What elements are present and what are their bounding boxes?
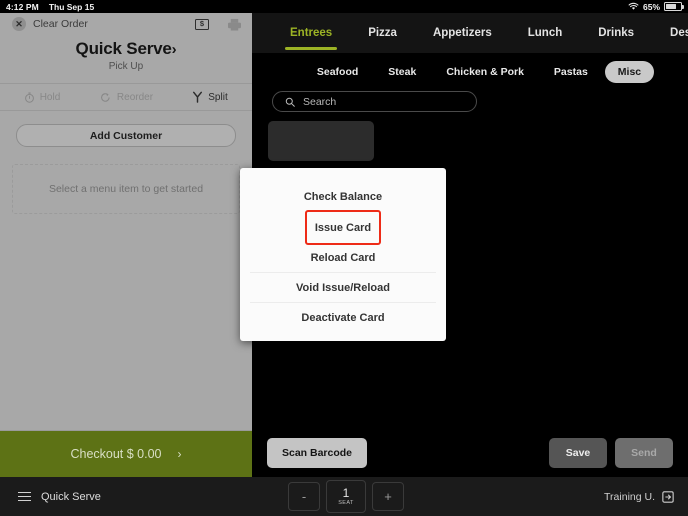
clear-order-label: Clear Order (33, 18, 88, 30)
split-label: Split (208, 91, 228, 103)
user-label: Training U. (604, 490, 655, 503)
tab-label: Entrees (290, 27, 333, 39)
user-logout-button[interactable]: Training U. (604, 491, 674, 503)
menu-action-bar: Scan Barcode Save Send (252, 429, 688, 477)
send-button[interactable]: Send (615, 438, 673, 468)
tab-label: Lunch (527, 27, 563, 39)
subtab-label: Pastas (553, 66, 588, 78)
modal-item-label: Check Balance (303, 191, 383, 203)
tab-label: Drinks (598, 27, 635, 39)
status-right-group: 65% (628, 1, 684, 12)
hold-button[interactable]: Hold (0, 92, 84, 103)
order-subtitle: Pick Up (108, 61, 144, 72)
menu-footer-bar: - 1 SEAT + Training U. (252, 477, 688, 516)
subtab-seafood[interactable]: Seafood (304, 61, 371, 83)
subtab-label: Chicken & Pork (446, 66, 524, 78)
save-label: Save (565, 447, 591, 459)
search-placeholder: Search (303, 95, 337, 108)
subcategory-tabs: Seafood Steak Chicken & Pork Pastas Misc (252, 53, 688, 91)
split-icon (193, 91, 203, 103)
scan-barcode-button[interactable]: Scan Barcode (267, 438, 367, 468)
tab-entrees[interactable]: Entrees (272, 13, 350, 53)
modal-item-void-issue-reload[interactable]: Void Issue/Reload (240, 273, 446, 303)
subtab-chicken-and-pork[interactable]: Chicken & Pork (433, 61, 537, 83)
search-container: Search (252, 91, 688, 112)
seat-decrement-label: - (301, 489, 307, 504)
hamburger-menu-icon[interactable] (18, 491, 31, 502)
save-button[interactable]: Save (549, 438, 607, 468)
pos-application: 4:12 PM Thu Sep 15 65% ✕ Clear Order $ Q… (0, 0, 688, 516)
order-panel-toolbar: ✕ Clear Order $ (0, 13, 252, 35)
modal-item-label: Reload Card (310, 252, 376, 264)
close-icon: ✕ (12, 17, 26, 31)
battery-percent: 65% (642, 1, 660, 12)
tab-drinks[interactable]: Drinks (580, 13, 652, 53)
checkout-button[interactable]: Checkout $ 0.00 › (0, 430, 252, 477)
reorder-button[interactable]: Reorder (84, 92, 168, 103)
refresh-icon (101, 92, 110, 102)
page-title[interactable]: Quick Serve› (0, 39, 252, 59)
subtab-pastas[interactable]: Pastas (541, 61, 601, 83)
clear-order-button[interactable]: ✕ Clear Order (12, 17, 88, 31)
status-time: 4:12 PM (6, 1, 39, 12)
order-actions-row: Hold Reorder Split (0, 83, 252, 111)
menu-item-tile[interactable] (268, 121, 374, 161)
modal-item-reload-card[interactable]: Reload Card (240, 243, 446, 273)
scan-barcode-label: Scan Barcode (281, 447, 353, 459)
add-customer-label: Add Customer (89, 129, 163, 142)
modal-item-issue-card[interactable]: Issue Card (305, 210, 381, 245)
status-date: Thu Sep 15 (48, 1, 95, 12)
seat-caption: SEAT (338, 499, 354, 506)
add-customer-button[interactable]: Add Customer (16, 124, 236, 147)
subtab-steak[interactable]: Steak (375, 61, 429, 83)
tab-label: Pizza (368, 27, 397, 39)
seat-number: 1 (342, 486, 350, 501)
order-toolbar-icons: $ (195, 18, 242, 31)
reorder-label: Reorder (116, 91, 154, 103)
send-label: Send (631, 447, 657, 459)
seat-display[interactable]: 1 SEAT (326, 480, 366, 513)
cash-drawer-icon[interactable]: $ (195, 18, 209, 30)
order-empty-label: Select a menu item to get started (48, 183, 204, 195)
subtab-label: Misc (617, 66, 642, 78)
tab-label: Appetizers (432, 27, 492, 39)
exit-icon (662, 490, 674, 503)
tab-pizza[interactable]: Pizza (350, 13, 415, 53)
battery-icon (664, 2, 684, 11)
tab-appetizers[interactable]: Appetizers (415, 13, 510, 53)
order-footer-bar: Quick Serve (0, 477, 270, 516)
os-status-bar: 4:12 PM Thu Sep 15 65% (0, 0, 688, 13)
tab-desserts[interactable]: Desserts (652, 13, 688, 53)
gift-card-actions-modal: Check Balance Issue Card Reload Card Voi… (240, 168, 446, 341)
printer-icon[interactable] (227, 18, 242, 31)
search-input[interactable]: Search (272, 91, 477, 112)
tab-lunch[interactable]: Lunch (510, 13, 581, 53)
split-button[interactable]: Split (168, 91, 252, 103)
order-empty-state: Select a menu item to get started (12, 164, 240, 214)
seat-increment-label: + (384, 489, 392, 504)
order-panel: ✕ Clear Order $ Quick Serve› Pick Up Hol… (0, 13, 270, 516)
modal-item-label: Issue Card (314, 221, 372, 234)
order-footer-label: Quick Serve (41, 490, 101, 503)
checkout-label: Checkout $ 0.00 (70, 447, 162, 461)
chevron-right-icon: › (177, 447, 182, 461)
seat-stepper: - 1 SEAT + (288, 480, 404, 513)
seat-increment-button[interactable]: + (372, 482, 404, 511)
seat-decrement-button[interactable]: - (288, 482, 320, 511)
modal-item-check-balance[interactable]: Check Balance (240, 182, 446, 212)
modal-item-label: Void Issue/Reload (296, 282, 390, 294)
stopwatch-icon (24, 91, 34, 103)
subtab-label: Steak (388, 66, 417, 78)
order-title-text: Quick Serve (75, 39, 172, 58)
wifi-icon (628, 2, 639, 11)
modal-item-deactivate-card[interactable]: Deactivate Card (240, 303, 446, 333)
hold-label: Hold (39, 91, 61, 103)
tab-label: Desserts (670, 27, 688, 39)
chevron-right-icon: › (171, 41, 177, 58)
search-icon (285, 97, 295, 107)
subtab-label: Seafood (316, 66, 359, 78)
subtab-misc[interactable]: Misc (604, 61, 655, 83)
category-tabs: Entrees Pizza Appetizers Lunch Drinks De… (252, 13, 688, 53)
modal-item-label: Deactivate Card (301, 312, 385, 324)
